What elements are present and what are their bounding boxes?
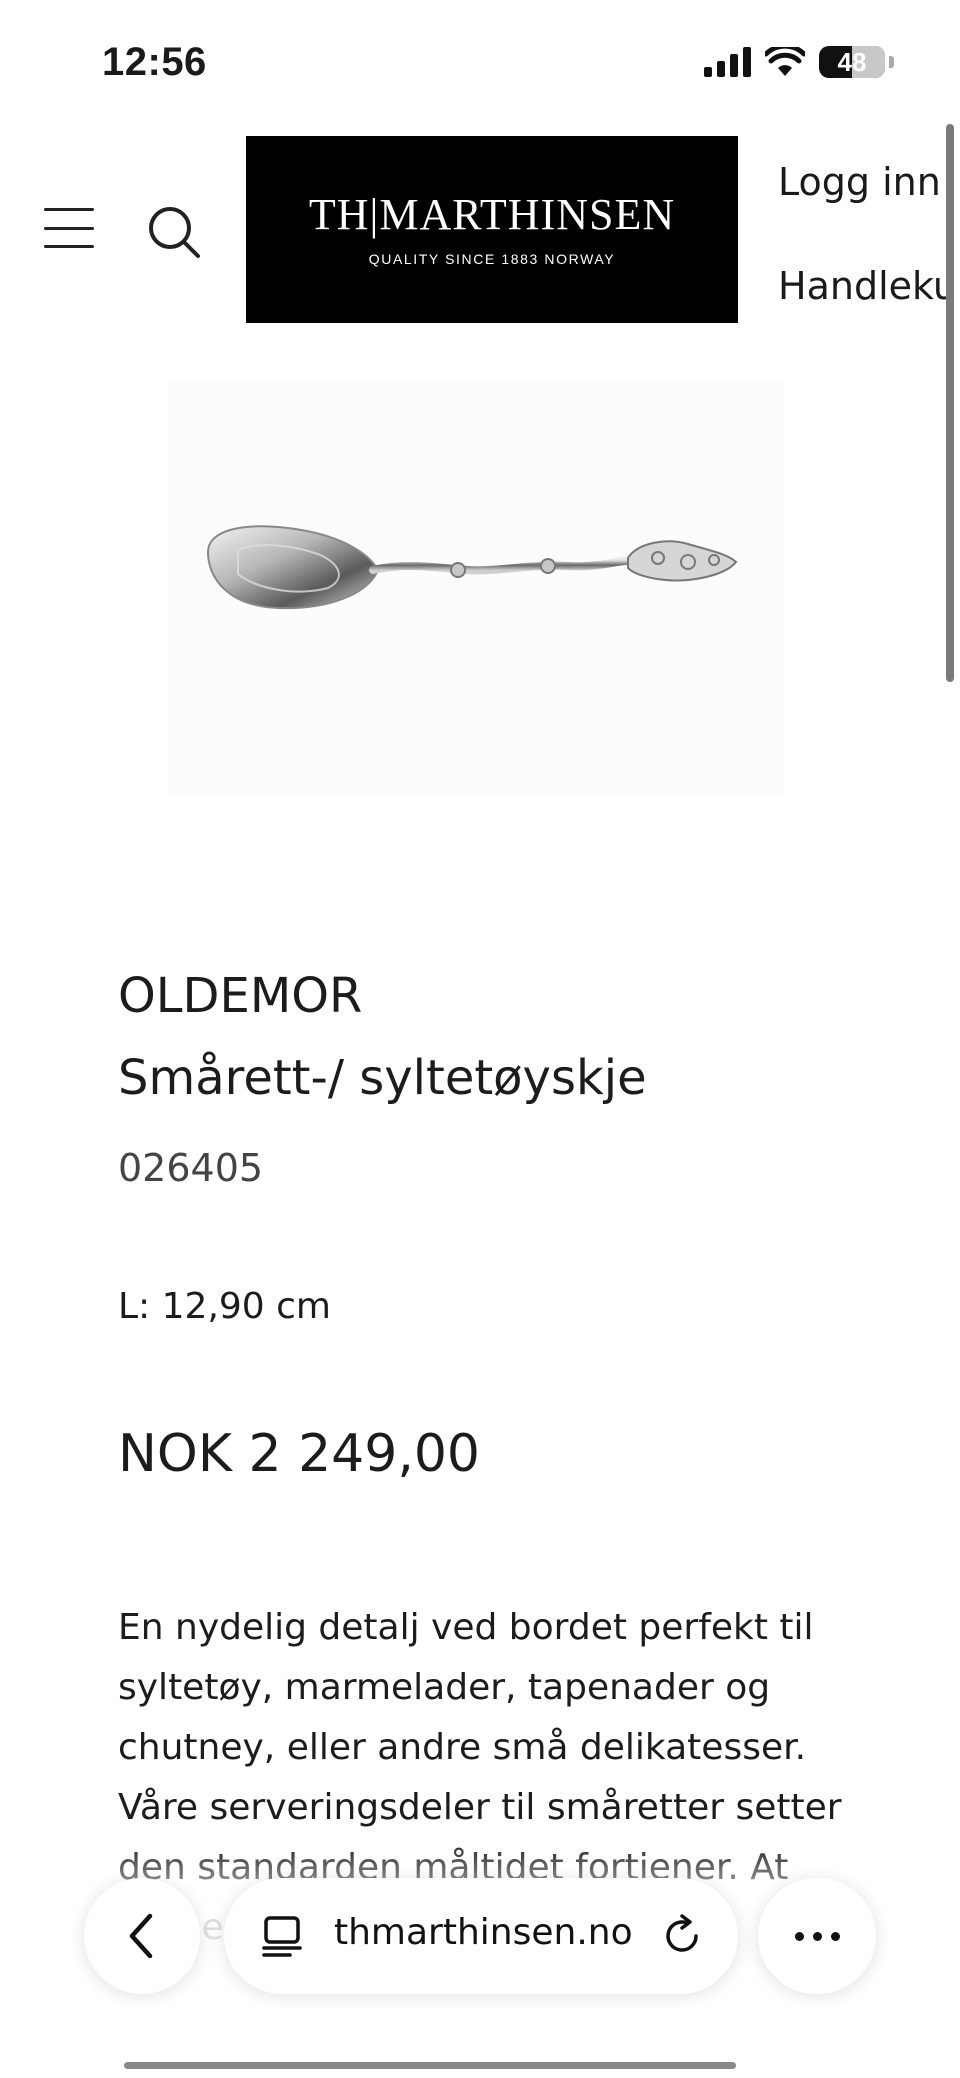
status-icons: 48 [704, 44, 894, 80]
product-price: NOK 2 249,00 [118, 1424, 481, 1484]
back-button[interactable] [84, 1878, 200, 1994]
battery-level: 48 [837, 46, 867, 77]
logo-tagline: QUALITY SINCE 1883 NORWAY [368, 250, 616, 267]
search-icon[interactable] [146, 204, 202, 260]
home-indicator [124, 2062, 736, 2069]
battery-icon: 48 [819, 46, 885, 78]
login-link[interactable]: Logg inn [778, 160, 941, 204]
scrollbar[interactable] [946, 124, 954, 682]
chevron-left-icon [129, 1913, 153, 1959]
hamburger-icon[interactable] [44, 208, 94, 248]
product-name: Smårett-/ syltetøyskje [118, 1050, 647, 1106]
spoon-illustration [206, 525, 738, 610]
url-text[interactable]: thmarthinsen.no [334, 1912, 633, 1953]
more-button[interactable] [758, 1878, 876, 1994]
product-brand: OLDEMOR [118, 968, 363, 1024]
more-icon [794, 1931, 804, 1941]
wifi-icon [765, 47, 805, 76]
battery-tip [889, 56, 894, 68]
product-length: L: 12,90 cm [118, 1286, 331, 1327]
cellular-signal-icon [704, 47, 751, 77]
brand-logo[interactable]: TH|MARTHINSEN QUALITY SINCE 1883 NORWAY [246, 136, 738, 323]
cart-link[interactable]: Handlekurv [778, 264, 960, 308]
reload-icon[interactable] [660, 1914, 704, 1958]
product-image [168, 382, 784, 796]
address-bar[interactable]: thmarthinsen.no [224, 1878, 738, 1994]
logo-wordmark: TH|MARTHINSEN [308, 189, 676, 239]
status-time: 12:56 [102, 40, 207, 84]
tabs-icon[interactable] [260, 1914, 304, 1958]
product-sku: 026405 [118, 1146, 264, 1190]
